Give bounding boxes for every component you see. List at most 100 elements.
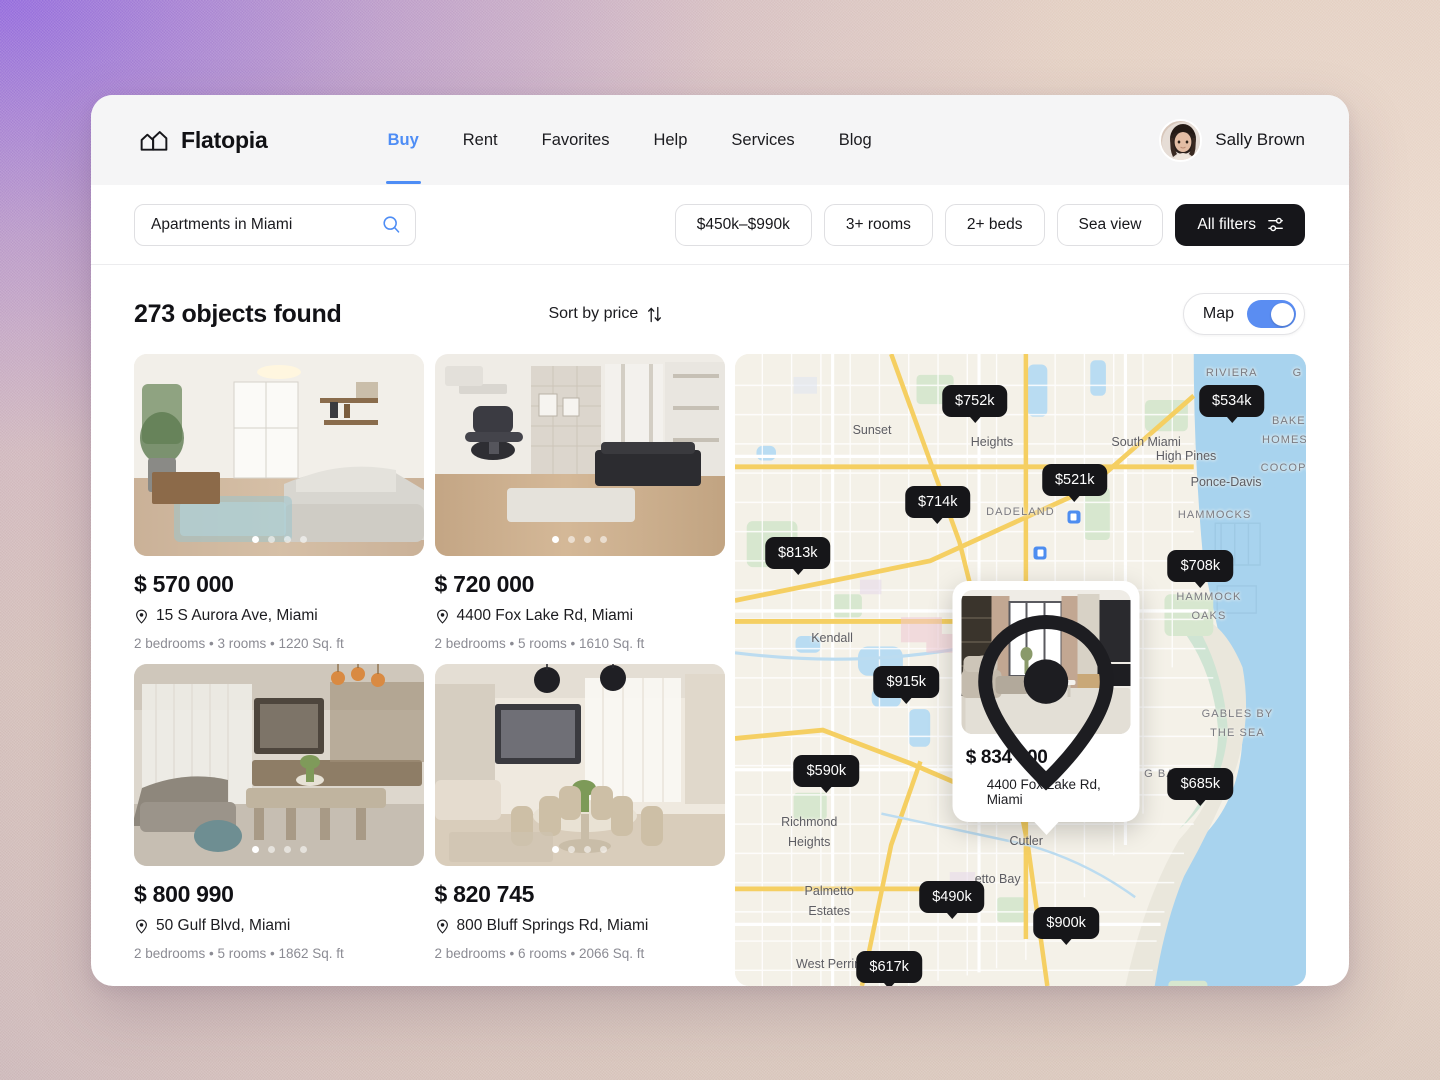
map-price-marker[interactable]: $534k (1199, 385, 1265, 418)
map-label: High Pines (1155, 449, 1217, 464)
map-price-marker[interactable]: $708k (1167, 549, 1234, 582)
map-price-marker[interactable]: $900k (1033, 906, 1099, 939)
all-filters-label: All filters (1197, 215, 1256, 233)
sliders-icon (1267, 215, 1286, 234)
carousel-dot[interactable] (267, 846, 275, 853)
carousel-dot[interactable] (600, 536, 607, 543)
carousel-dot[interactable] (283, 846, 291, 853)
results-header: 273 objects found Sort by price Map (91, 265, 1349, 335)
map-label: South Miami (1111, 435, 1181, 450)
map-label: Richmond (781, 814, 838, 829)
map-price-marker[interactable]: $685k (1167, 767, 1234, 800)
app-window: Flatopia Buy Rent Favorites Help Service… (91, 95, 1349, 986)
carousel-dot[interactable] (283, 536, 291, 543)
nav-item-services[interactable]: Services (729, 125, 796, 156)
user-menu[interactable]: Sally Brown (1159, 118, 1305, 162)
listing-specs: 2 bedrooms • 5 rooms • 1610 Sq. ft (434, 636, 645, 651)
map-label: GABLES BY (1201, 708, 1274, 721)
map-label: Kendall (811, 631, 853, 646)
listing-specs: 2 bedrooms • 3 rooms • 1220 Sq. ft (134, 636, 344, 651)
search-icon[interactable] (382, 215, 401, 234)
map-price-marker[interactable]: $714k (904, 486, 971, 519)
carousel-dot[interactable] (552, 536, 559, 543)
all-filters-button[interactable]: All filters (1175, 203, 1305, 246)
search-box[interactable] (134, 203, 416, 246)
carousel-dot[interactable] (251, 846, 259, 853)
map-label: COCOPLU (1260, 461, 1306, 474)
map-price-marker[interactable]: $915k (873, 666, 940, 699)
app-header: Flatopia Buy Rent Favorites Help Service… (91, 95, 1349, 185)
listing-address: 4400 Fox Lake Rd, Miami (435, 607, 725, 625)
filter-bar: $450k–$990k 3+ rooms 2+ beds Sea view Al… (91, 185, 1349, 265)
map-label: BAKE (1271, 414, 1306, 427)
listing-specs: 2 bedrooms • 6 rooms • 2066 Sq. ft (434, 946, 645, 961)
carousel-dot[interactable] (600, 846, 607, 853)
location-pin-icon (134, 919, 149, 934)
location-pin-icon (435, 919, 450, 934)
carousel-dot[interactable] (251, 536, 259, 543)
carousel-dot[interactable] (584, 846, 591, 853)
carousel-dot[interactable] (552, 846, 559, 853)
filter-pill-beds[interactable]: 2+ beds (944, 203, 1045, 246)
map-price-marker[interactable]: $521k (1041, 464, 1108, 497)
listing-price: $ 800 990 (134, 881, 234, 907)
listing-card[interactable]: $ 800 990 50 Gulf Blvd, Miami 2 bedrooms… (134, 664, 424, 961)
carousel-dots[interactable] (435, 536, 725, 543)
carousel-dot[interactable] (267, 536, 275, 543)
map-toggle-switch[interactable] (1247, 300, 1296, 328)
carousel-dots[interactable] (134, 536, 424, 543)
carousel-dot[interactable] (584, 536, 591, 543)
listing-image[interactable] (134, 664, 424, 866)
map-label: Estates (808, 904, 851, 919)
listing-card[interactable]: $ 570 000 15 S Aurora Ave, Miami 2 bedro… (134, 354, 424, 651)
filter-pill-price[interactable]: $450k–$990k (674, 203, 812, 246)
nav-item-buy[interactable]: Buy (385, 125, 421, 184)
carousel-dot[interactable] (299, 846, 307, 853)
map-price-marker[interactable]: $490k (919, 881, 985, 914)
listing-price: $ 570 000 (134, 571, 234, 597)
carousel-dot[interactable] (299, 536, 307, 543)
nav-item-favorites[interactable]: Favorites (540, 125, 612, 156)
map-toggle[interactable]: Map (1182, 293, 1305, 335)
map-label: Palmetto (804, 884, 854, 899)
map-label: G (1292, 366, 1303, 379)
map-label: Ponce-Davis (1190, 474, 1262, 489)
map-panel[interactable]: Sunset Heights South Miami RIVIERA G BAK… (735, 354, 1306, 986)
sort-control[interactable]: Sort by price (548, 305, 662, 323)
filter-pill-rooms[interactable]: 3+ rooms (823, 203, 933, 246)
carousel-dot[interactable] (568, 846, 575, 853)
map-property-popup[interactable]: $ 834 000 4400 Fox Lake Rd, Miami (952, 580, 1140, 822)
carousel-dots[interactable] (134, 846, 424, 853)
search-input[interactable] (151, 215, 374, 234)
map-label: Cutler (1009, 833, 1043, 848)
avatar[interactable] (1159, 118, 1203, 162)
nav-item-blog[interactable]: Blog (837, 125, 874, 156)
listing-card[interactable]: $ 820 745 800 Bluff Springs Rd, Miami 2 … (434, 664, 725, 961)
map-label: Sunset (852, 422, 892, 437)
map-price-marker[interactable]: $813k (765, 536, 831, 569)
map-label: Heights (970, 435, 1014, 450)
listing-image[interactable] (434, 664, 725, 866)
nav-item-help[interactable]: Help (651, 125, 689, 156)
map-label: THE SEA (1210, 727, 1265, 740)
carousel-dots[interactable] (435, 846, 725, 853)
listing-address-text: 15 S Aurora Ave, Miami (156, 607, 318, 624)
user-name: Sally Brown (1215, 130, 1305, 149)
carousel-dot[interactable] (568, 536, 575, 543)
listing-address: 15 S Aurora Ave, Miami (134, 607, 424, 625)
listing-price: $ 820 745 (434, 881, 535, 907)
listing-image[interactable] (134, 354, 424, 556)
listing-address: 800 Bluff Springs Rd, Miami (435, 917, 725, 935)
map-price-marker[interactable]: $617k (856, 950, 922, 983)
map-price-marker[interactable]: $752k (942, 385, 1008, 418)
main-nav: Buy Rent Favorites Help Services Blog (385, 125, 874, 184)
map-label: Heights (788, 834, 831, 849)
listing-card[interactable]: $ 720 000 4400 Fox Lake Rd, Miami 2 bedr… (434, 354, 725, 651)
content-area: $ 570 000 15 S Aurora Ave, Miami 2 bedro… (91, 335, 1349, 986)
listing-address-text: 4400 Fox Lake Rd, Miami (456, 607, 634, 624)
filter-pill-sea-view[interactable]: Sea view (1056, 203, 1164, 246)
nav-item-rent[interactable]: Rent (461, 125, 500, 156)
listing-image[interactable] (434, 354, 725, 556)
brand-logo[interactable]: Flatopia (139, 127, 268, 154)
map-price-marker[interactable]: $590k (793, 754, 860, 787)
